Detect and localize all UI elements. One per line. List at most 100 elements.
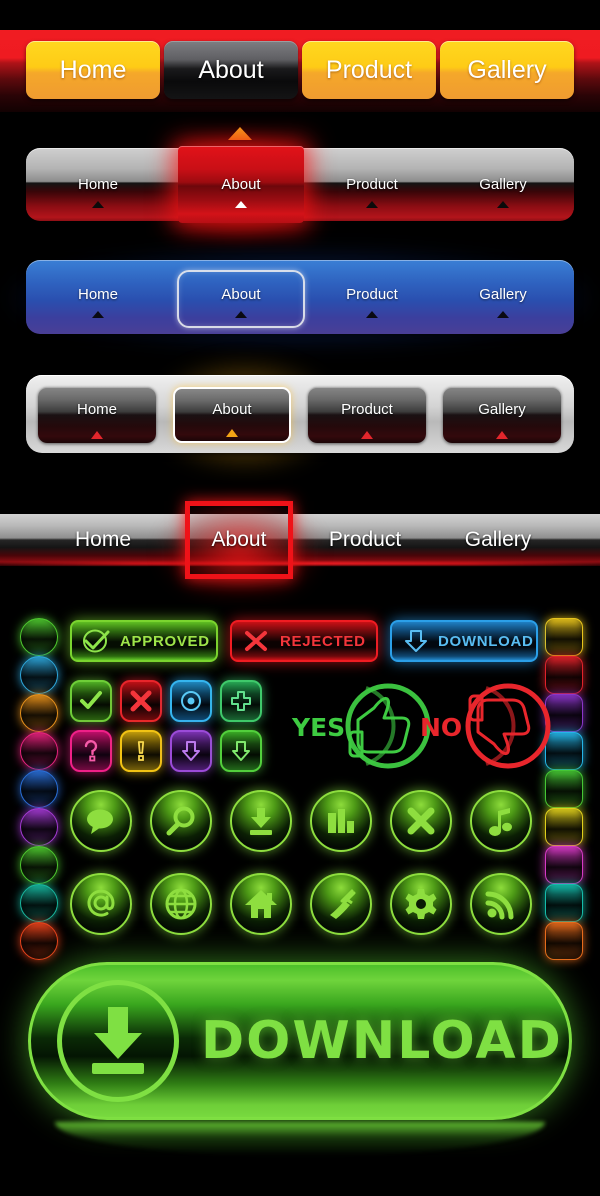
- no-label: NO: [420, 713, 462, 742]
- download-arrow-icon: [405, 630, 427, 652]
- nav3-arrow-product-icon: [312, 311, 432, 318]
- nav4-arrow-product-icon: [361, 431, 373, 439]
- speech-bubble-icon: [87, 809, 113, 834]
- nav4-item-about[interactable]: About: [173, 387, 291, 443]
- close-x-icon: [407, 807, 435, 835]
- icon-check-square[interactable]: [70, 680, 112, 722]
- icon-exclamation-square[interactable]: [120, 730, 162, 772]
- exclamation-icon: [137, 741, 145, 761]
- icon-button-rss[interactable]: [470, 873, 532, 935]
- nav4-item-home[interactable]: Home: [38, 387, 156, 443]
- nav4-arrow-gallery-icon: [496, 431, 508, 439]
- arrow-down-icon: [232, 741, 250, 761]
- left-swatch-circle-5[interactable]: [20, 770, 58, 808]
- icon-button-music[interactable]: [470, 790, 532, 852]
- nav2-arrow-gallery-icon: [443, 201, 563, 208]
- left-swatch-circle-2[interactable]: [20, 656, 58, 694]
- nav1-item-product[interactable]: Product: [302, 41, 436, 99]
- download-tray-icon: [92, 1007, 144, 1074]
- nav3-item-about[interactable]: About: [181, 286, 301, 303]
- nav3-item-gallery[interactable]: Gallery: [443, 286, 563, 303]
- nav2-item-home[interactable]: Home: [38, 176, 158, 193]
- nav4-item-gallery[interactable]: Gallery: [443, 387, 561, 443]
- icon-button-phone[interactable]: [310, 873, 372, 935]
- icon-button-settings[interactable]: [390, 873, 452, 935]
- nav1-item-home[interactable]: Home: [26, 41, 160, 99]
- right-swatch-square-8[interactable]: [545, 884, 583, 922]
- icon-record-square[interactable]: [170, 680, 212, 722]
- left-swatch-circle-9[interactable]: [20, 922, 58, 960]
- nav4-arrow-about-icon: [226, 429, 238, 437]
- nav2-item-product[interactable]: Product: [312, 176, 432, 193]
- icon-plus-square[interactable]: [220, 680, 262, 722]
- nav5-item-product[interactable]: Product: [295, 528, 435, 552]
- big-download-reflection: [55, 1122, 545, 1156]
- left-swatch-circle-4[interactable]: [20, 732, 58, 770]
- nav3-item-home[interactable]: Home: [38, 286, 158, 303]
- nav5-item-about[interactable]: About: [169, 528, 309, 552]
- neon-button-panel: APPROVED REJECTED DOWNLOAD YES NO: [0, 600, 600, 960]
- icon-question-square[interactable]: [70, 730, 112, 772]
- icon-button-globe[interactable]: [150, 873, 212, 935]
- left-swatch-circle-3[interactable]: [20, 694, 58, 732]
- nav1-item-about[interactable]: About: [164, 41, 298, 99]
- nav-bar-silver-red: Home About Product Gallery: [0, 130, 600, 242]
- left-swatch-circle-7[interactable]: [20, 846, 58, 884]
- at-sign-icon: [87, 889, 115, 917]
- right-swatch-square-5[interactable]: [545, 770, 583, 808]
- nav4-label-home: Home: [76, 401, 117, 418]
- icon-button-speech-bubble[interactable]: [70, 790, 132, 852]
- icon-button-download[interactable]: [230, 790, 292, 852]
- nav1-item-gallery[interactable]: Gallery: [440, 41, 574, 99]
- right-swatch-square-1[interactable]: [545, 618, 583, 656]
- rejected-label: REJECTED: [280, 632, 366, 650]
- icon-button-search[interactable]: [150, 790, 212, 852]
- icon-arrow-down-square-green[interactable]: [220, 730, 262, 772]
- no-verdict-button[interactable]: NO: [418, 678, 551, 774]
- nav5-item-home[interactable]: Home: [33, 528, 173, 552]
- nav3-arrow-gallery-icon: [443, 311, 563, 318]
- arrow-down-icon: [182, 741, 200, 761]
- icon-cross-square[interactable]: [120, 680, 162, 722]
- nav5-item-gallery[interactable]: Gallery: [428, 528, 568, 552]
- plus-icon: [231, 691, 251, 711]
- nav2-arrow-product-icon: [312, 201, 432, 208]
- right-swatch-square-7[interactable]: [545, 846, 583, 884]
- download-pill-button[interactable]: DOWNLOAD: [390, 620, 538, 662]
- icon-button-home[interactable]: [230, 873, 292, 935]
- icon-button-close[interactable]: [390, 790, 452, 852]
- nav2-arrow-about-icon: [181, 201, 301, 208]
- icon-button-email[interactable]: [70, 873, 132, 935]
- big-download-button[interactable]: DOWNLOAD: [28, 962, 572, 1120]
- thumbs-down-icon: NO: [420, 683, 551, 769]
- music-note-icon: [489, 808, 512, 836]
- icon-button-bar-chart[interactable]: [310, 790, 372, 852]
- approved-button[interactable]: APPROVED: [70, 620, 218, 662]
- check-icon: [80, 691, 102, 709]
- nav4-arrow-home-icon: [91, 431, 103, 439]
- bar-chart-icon: [328, 809, 354, 833]
- left-swatch-circle-8[interactable]: [20, 884, 58, 922]
- nav4-label-product: Product: [341, 401, 393, 418]
- right-swatch-square-9[interactable]: [545, 922, 583, 960]
- rejected-button[interactable]: REJECTED: [230, 620, 378, 662]
- right-swatch-square-6[interactable]: [545, 808, 583, 846]
- nav-bar-silver-frame: Home About Product Gallery: [0, 357, 600, 473]
- nav-bar-blue: Home About Product Gallery: [0, 248, 600, 348]
- left-swatch-circle-1[interactable]: [20, 618, 58, 656]
- icon-arrow-down-square-purple[interactable]: [170, 730, 212, 772]
- record-icon: [181, 691, 201, 711]
- nav3-item-product[interactable]: Product: [312, 286, 432, 303]
- nav4-label-about: About: [212, 401, 252, 418]
- left-swatch-circle-6[interactable]: [20, 808, 58, 846]
- home-icon: [245, 890, 277, 918]
- nav2-item-about[interactable]: About: [181, 176, 301, 193]
- phone-icon: [330, 889, 356, 919]
- download-icon: [250, 808, 272, 835]
- search-icon: [166, 806, 195, 836]
- globe-icon: [165, 888, 197, 920]
- nav4-item-product[interactable]: Product: [308, 387, 426, 443]
- yes-verdict-button[interactable]: YES: [288, 678, 431, 774]
- nav2-arrow-home-icon: [38, 201, 158, 208]
- nav2-item-gallery[interactable]: Gallery: [443, 176, 563, 193]
